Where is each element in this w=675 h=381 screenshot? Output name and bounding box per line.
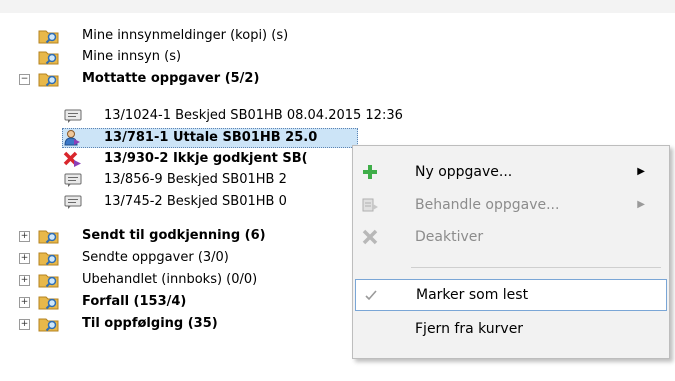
menu-item-fjern-fra-kurver[interactable]: Fjern fra kurver [355, 314, 665, 344]
tree-item-label: Sendt til godkjenning (6) [82, 228, 266, 243]
search-folder-icon [38, 230, 59, 244]
tree-item-task[interactable]: 13/1024-1 Beskjed SB01HB 08.04.2015 12:3… [0, 106, 600, 126]
menu-item-label: Ny oppgave... [415, 164, 513, 180]
menu-item-label: Fjern fra kurver [415, 321, 524, 337]
menu-item-deaktiver[interactable]: Deaktiver [355, 222, 665, 252]
search-folder-icon [38, 30, 59, 44]
message-icon [64, 109, 82, 123]
process-icon [362, 198, 378, 212]
tree-item-label: Mine innsynmeldinger (kopi) (s) [82, 28, 289, 43]
menu-separator [411, 267, 661, 268]
message-icon [64, 173, 82, 187]
tree-item-label: Mine innsyn (s) [82, 49, 182, 64]
tree-item-mine-innsyn[interactable]: Mine innsyn (s) [0, 47, 600, 67]
menu-item-label: Deaktiver [415, 229, 484, 245]
tree-item-label: Sendte oppgaver (3/0) [82, 250, 229, 265]
context-menu: Ny oppgave... ▶ Behandle oppgave... ▶ De… [352, 145, 670, 359]
search-folder-icon [38, 252, 59, 266]
expand-toggle[interactable]: + [19, 231, 30, 242]
tree-item-mine-innsynmeldinger[interactable]: Mine innsynmeldinger (kopi) (s) [0, 26, 600, 46]
menu-item-marker-som-lest[interactable]: Marker som lest [355, 279, 667, 311]
user-task-icon [64, 130, 80, 146]
check-icon [365, 290, 377, 301]
collapse-toggle[interactable]: − [19, 74, 30, 85]
expand-toggle[interactable]: + [19, 275, 30, 286]
menu-item-label: Marker som lest [416, 287, 529, 303]
rejected-icon [63, 151, 81, 167]
menu-item-behandle-oppgave[interactable]: Behandle oppgave... ▶ [355, 190, 665, 220]
tree-item-label: 13/1024-1 Beskjed SB01HB 08.04.2015 12:3… [104, 108, 403, 123]
tree-item-label: 13/781-1 Uttale SB01HB 25.0 [104, 130, 318, 145]
tree-item-label: 13/856-9 Beskjed SB01HB 2 [104, 172, 287, 187]
submenu-arrow-icon: ▶ [637, 166, 645, 177]
search-folder-icon [38, 51, 59, 65]
tree-item-label: 13/930-2 Ikkje godkjent SB( [104, 151, 308, 166]
search-folder-icon [38, 73, 59, 87]
tree-item-label: Forfall (153/4) [82, 294, 187, 309]
tree-item-label: Ubehandlet (innboks) (0/0) [82, 272, 258, 287]
tree-item-mottatte-oppgaver[interactable]: − Mottatte oppgaver (5/2) [0, 69, 600, 89]
x-icon [362, 229, 378, 245]
message-icon [64, 195, 82, 209]
tree-item-label: Mottatte oppgaver (5/2) [82, 71, 260, 86]
tree-item-label: Til oppfølging (35) [82, 316, 218, 331]
expand-toggle[interactable]: + [19, 297, 30, 308]
expand-toggle[interactable]: + [19, 319, 30, 330]
menu-item-ny-oppgave[interactable]: Ny oppgave... ▶ [355, 157, 665, 187]
search-folder-icon [38, 296, 59, 310]
submenu-arrow-icon: ▶ [637, 199, 645, 210]
search-folder-icon [38, 318, 59, 332]
plus-icon [363, 165, 377, 179]
menu-item-label: Behandle oppgave... [415, 197, 560, 213]
expand-toggle[interactable]: + [19, 253, 30, 264]
tree-item-label: 13/745-2 Beskjed SB01HB 0 [104, 194, 287, 209]
search-folder-icon [38, 274, 59, 288]
